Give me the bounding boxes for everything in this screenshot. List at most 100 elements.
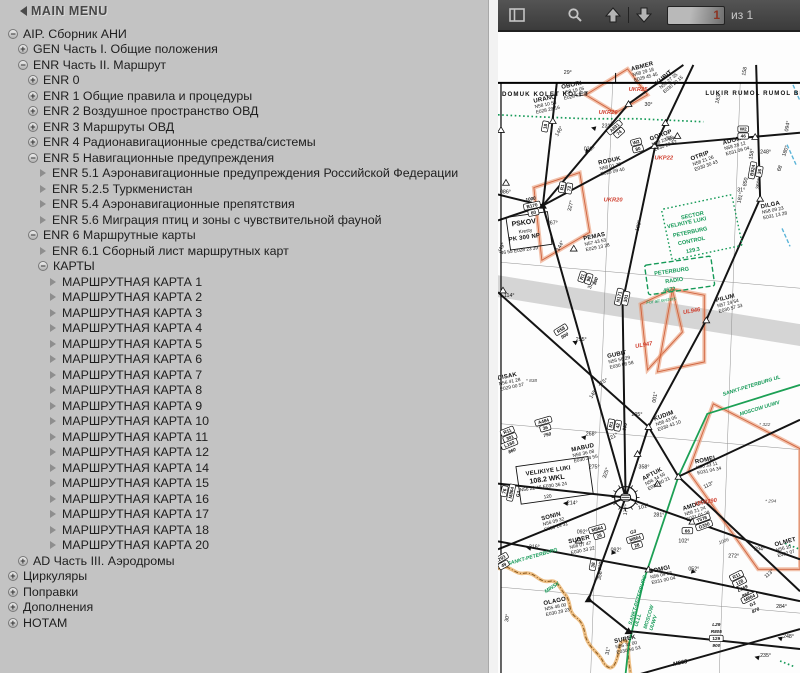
tree-item[interactable]: ENR 3 Маршруты ОВД: [0, 119, 488, 135]
expand-icon[interactable]: [28, 137, 38, 147]
leaf-arrow-icon[interactable]: [50, 355, 56, 363]
tree-item[interactable]: МАРШРУТНАЯ КАРТА 17: [0, 507, 488, 523]
tree-item-label[interactable]: МАРШРУТНАЯ КАРТА 15: [62, 476, 209, 490]
next-page-button[interactable]: [631, 3, 657, 27]
tree-item[interactable]: ENR 6 Маршрутные карты: [0, 228, 488, 244]
tree-item-label[interactable]: Дополнения: [23, 600, 93, 614]
tree-item-label[interactable]: МАРШРУТНАЯ КАРТА 3: [62, 306, 202, 320]
tree-item-label[interactable]: МАРШРУТНАЯ КАРТА 10: [62, 414, 209, 428]
tree-item-label[interactable]: МАРШРУТНАЯ КАРТА 9: [62, 399, 202, 413]
tree-item[interactable]: МАРШРУТНАЯ КАРТА 3: [0, 305, 488, 321]
tree-item-label[interactable]: МАРШРУТНАЯ КАРТА 14: [62, 461, 209, 475]
leaf-arrow-icon[interactable]: [50, 479, 56, 487]
tree-item-label[interactable]: ENR 5.1 Аэронавигационные предупреждения…: [52, 166, 458, 180]
expand-icon[interactable]: [8, 602, 18, 612]
tree-item-label[interactable]: Поправки: [23, 585, 78, 599]
sidebar-toggle-button[interactable]: [504, 3, 530, 27]
tree-item[interactable]: ENR 4 Радионавигационные средства/систем…: [0, 135, 488, 151]
tree-item[interactable]: ENR 0: [0, 73, 488, 89]
expand-icon[interactable]: [8, 618, 18, 628]
leaf-arrow-icon[interactable]: [40, 185, 46, 193]
leaf-arrow-icon[interactable]: [50, 340, 56, 348]
tree-item-label[interactable]: ENR 6.1 Сборный лист маршрутных карт: [52, 244, 289, 258]
tree-item[interactable]: AIP. Сборник АНИ: [0, 26, 488, 42]
tree-item-label[interactable]: МАРШРУТНАЯ КАРТА 16: [62, 492, 209, 506]
tree-item[interactable]: Дополнения: [0, 600, 488, 616]
leaf-arrow-icon[interactable]: [50, 433, 56, 441]
tree-item[interactable]: МАРШРУТНАЯ КАРТА 5: [0, 336, 488, 352]
tree-item-label[interactable]: МАРШРУТНАЯ КАРТА 4: [62, 321, 202, 335]
tree-item-label[interactable]: МАРШРУТНАЯ КАРТА 2: [62, 290, 202, 304]
collapse-icon[interactable]: [28, 153, 38, 163]
tree-item-label[interactable]: МАРШРУТНАЯ КАРТА 17: [62, 507, 209, 521]
tree-item[interactable]: МАРШРУТНАЯ КАРТА 16: [0, 491, 488, 507]
tree-item-label[interactable]: ENR 5.4 Аэронавигационные препятствия: [52, 197, 295, 211]
expand-icon[interactable]: [28, 91, 38, 101]
collapse-icon[interactable]: [38, 261, 48, 271]
tree-item[interactable]: НОТАМ: [0, 615, 488, 631]
collapse-icon[interactable]: [8, 29, 18, 39]
tree-item[interactable]: МАРШРУТНАЯ КАРТА 7: [0, 367, 488, 383]
tree-item[interactable]: МАРШРУТНАЯ КАРТА 4: [0, 321, 488, 337]
tree-item-label[interactable]: AD Часть III. Аэродромы: [33, 554, 175, 568]
tree-item[interactable]: ENR 5.6 Миграция птиц и зоны с чувствите…: [0, 212, 488, 228]
previous-page-button[interactable]: [600, 3, 626, 27]
tree-item[interactable]: ENR 5.1 Аэронавигационные предупреждения…: [0, 166, 488, 182]
search-button[interactable]: [562, 3, 588, 27]
tree-item-label[interactable]: ENR 6 Маршрутные карты: [43, 228, 196, 242]
leaf-arrow-icon[interactable]: [40, 169, 46, 177]
expand-icon[interactable]: [18, 556, 28, 566]
leaf-arrow-icon[interactable]: [50, 526, 56, 534]
leaf-arrow-icon[interactable]: [50, 278, 56, 286]
tree-item[interactable]: МАРШРУТНАЯ КАРТА 11: [0, 429, 488, 445]
tree-item-label[interactable]: МАРШРУТНАЯ КАРТА 1: [62, 275, 202, 289]
tree-item[interactable]: AD Часть III. Аэродромы: [0, 553, 488, 569]
leaf-arrow-icon[interactable]: [50, 448, 56, 456]
collapse-icon[interactable]: [28, 230, 38, 240]
leaf-arrow-icon[interactable]: [50, 309, 56, 317]
tree-item[interactable]: МАРШРУТНАЯ КАРТА 20: [0, 538, 488, 554]
expand-icon[interactable]: [8, 571, 18, 581]
leaf-arrow-icon[interactable]: [50, 324, 56, 332]
tree-item[interactable]: МАРШРУТНАЯ КАРТА 10: [0, 414, 488, 430]
tree-item-label[interactable]: ENR 0: [43, 73, 80, 87]
tree-item-label[interactable]: ENR Часть II. Маршрут: [33, 58, 166, 72]
tree-item-label[interactable]: НОТАМ: [23, 616, 67, 630]
tree-item[interactable]: GEN Часть I. Общие положения: [0, 42, 488, 58]
tree-item-label[interactable]: МАРШРУТНАЯ КАРТА 5: [62, 337, 202, 351]
leaf-arrow-icon[interactable]: [50, 464, 56, 472]
main-menu-header[interactable]: MAIN MENU: [0, 0, 488, 20]
leaf-arrow-icon[interactable]: [50, 510, 56, 518]
tree-item-label[interactable]: ENR 4 Радионавигационные средства/систем…: [43, 135, 316, 149]
pane-divider-scrollbar[interactable]: [488, 0, 498, 673]
tree-item[interactable]: МАРШРУТНАЯ КАРТА 9: [0, 398, 488, 414]
tree-item-label[interactable]: ENR 5.6 Миграция птиц и зоны с чувствите…: [52, 213, 382, 227]
tree-item-label[interactable]: МАРШРУТНАЯ КАРТА 6: [62, 352, 202, 366]
tree-item[interactable]: ENR 5.4 Аэронавигационные препятствия: [0, 197, 488, 213]
tree-item-label[interactable]: МАРШРУТНАЯ КАРТА 7: [62, 368, 202, 382]
tree-item-label[interactable]: GEN Часть I. Общие положения: [33, 42, 218, 56]
tree-item-label[interactable]: МАРШРУТНАЯ КАРТА 11: [62, 430, 208, 444]
tree-item[interactable]: ENR 5 Навигационные предупреждения: [0, 150, 488, 166]
tree-item[interactable]: ENR 5.2.5 Туркменистан: [0, 181, 488, 197]
tree-item[interactable]: МАРШРУТНАЯ КАРТА 8: [0, 383, 488, 399]
chart-page[interactable]: DOMUK KOLET KOLETLUKIR RUMOL RUMOL BLUFA…: [498, 32, 800, 673]
tree-item-label[interactable]: ENR 5 Навигационные предупреждения: [43, 151, 274, 165]
leaf-arrow-icon[interactable]: [50, 417, 56, 425]
tree-item-label[interactable]: ENR 1 Общие правила и процедуры: [43, 89, 252, 103]
tree-item-label[interactable]: AIP. Сборник АНИ: [23, 27, 127, 41]
tree-item[interactable]: Циркуляры: [0, 569, 488, 585]
expand-icon[interactable]: [18, 44, 28, 54]
leaf-arrow-icon[interactable]: [40, 247, 46, 255]
tree-item[interactable]: ENR Часть II. Маршрут: [0, 57, 488, 73]
tree-item[interactable]: МАРШРУТНАЯ КАРТА 15: [0, 476, 488, 492]
tree-item[interactable]: ENR 1 Общие правила и процедуры: [0, 88, 488, 104]
tree-item[interactable]: МАРШРУТНАЯ КАРТА 6: [0, 352, 488, 368]
tree-item-label[interactable]: ENR 3 Маршруты ОВД: [43, 120, 174, 134]
tree-item[interactable]: КАРТЫ: [0, 259, 488, 275]
expand-icon[interactable]: [28, 106, 38, 116]
tree-item-label[interactable]: МАРШРУТНАЯ КАРТА 8: [62, 383, 202, 397]
expand-icon[interactable]: [8, 587, 18, 597]
leaf-arrow-icon[interactable]: [50, 371, 56, 379]
leaf-arrow-icon[interactable]: [50, 495, 56, 503]
